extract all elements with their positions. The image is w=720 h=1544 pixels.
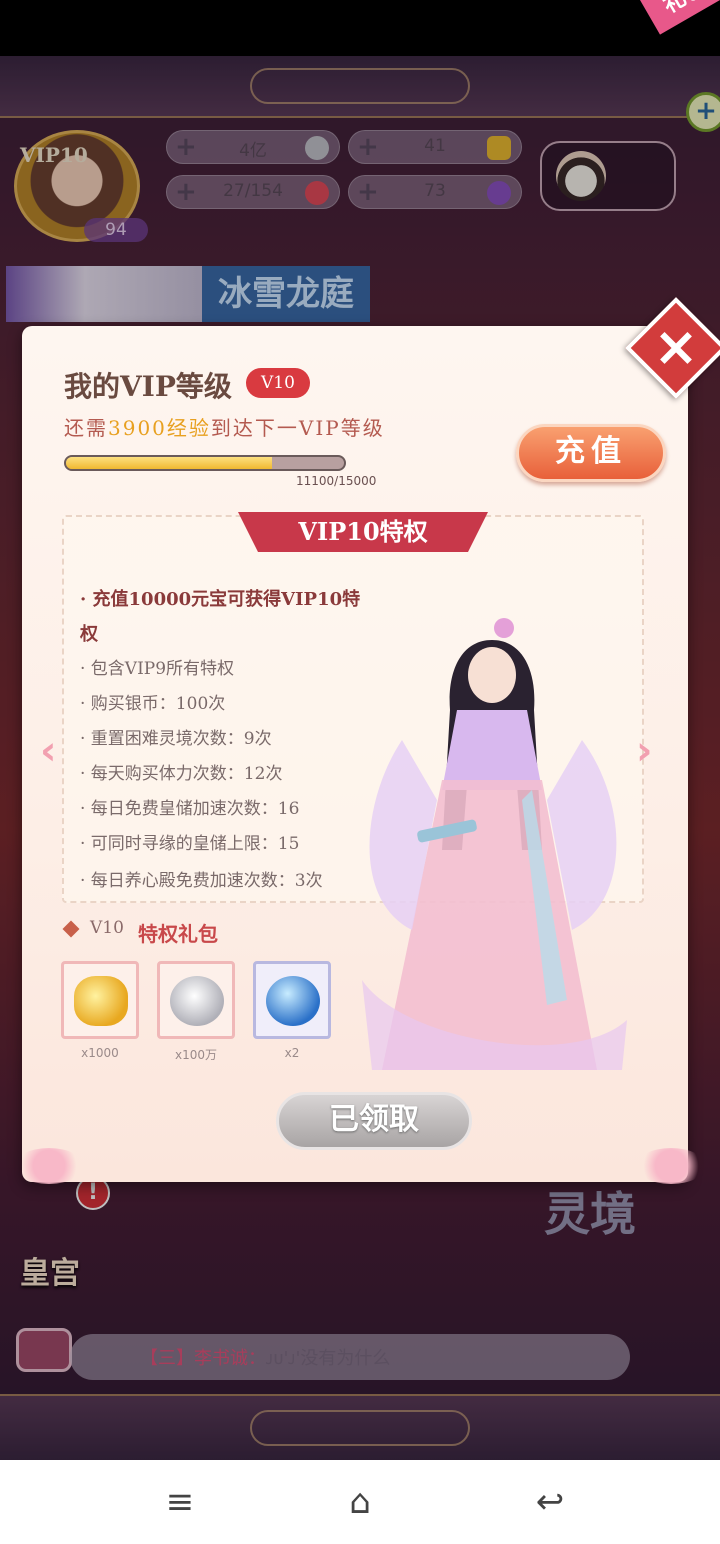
need-prefix: 还需 (64, 416, 108, 440)
prev-level-arrow-icon[interactable]: ‹ (40, 728, 74, 774)
gift-item-gem[interactable] (253, 961, 331, 1039)
perk-item: · 每天购买体力次数：12次 (80, 764, 283, 784)
perk-item: · 每日免费皇储加速次数：16 (80, 799, 300, 819)
gift-item-qty: x100万 (174, 1048, 217, 1062)
vip-level-badge: V10 (246, 368, 310, 398)
vip-progress-bar (64, 455, 346, 471)
character-illustration (362, 618, 627, 1070)
gift-item-silver[interactable] (157, 961, 235, 1039)
flower-decoration (14, 1148, 84, 1184)
gift-vip-level: V10 (90, 918, 124, 938)
flower-decoration (636, 1148, 706, 1184)
back-icon[interactable]: ↩ (520, 1480, 580, 1524)
next-level-requirement: 还需3900经验到达下一VIP等级 (64, 412, 385, 441)
menu-icon[interactable]: ≡ (150, 1480, 210, 1524)
perk-item: · 重置困难灵境次数：9次 (80, 729, 272, 749)
perks-title: VIP10特权 (238, 512, 488, 552)
perk-item: · 可同时寻缘的皇储上限：15 (80, 834, 300, 854)
gift-item-qty: x1000 (81, 1046, 119, 1060)
perk-item: · 每日养心殿免费加速次数：3次 (80, 871, 323, 891)
perk-item: · 包含VIP9所有特权 (80, 659, 235, 679)
progress-fill (66, 457, 272, 469)
gold-ingot-icon (74, 976, 128, 1026)
need-suffix: 到达下一VIP等级 (210, 416, 385, 440)
perk-list: · 充值10000元宝可获得VIP10特权 · 包含VIP9所有特权 · 购买银… (80, 582, 370, 896)
status-bar (0, 0, 720, 56)
home-icon[interactable]: ⌂ (330, 1480, 390, 1524)
system-nav-bar: ≡ ⌂ ↩ (0, 1460, 720, 1544)
perk-item: · 购买银币：100次 (80, 694, 226, 714)
progress-text: 11100/15000 (296, 474, 377, 488)
recharge-button[interactable]: 充值 (516, 424, 666, 482)
claimed-button: 已领取 (276, 1092, 472, 1150)
blue-gem-icon (266, 976, 320, 1026)
dialog-title: 我的VIP等级 (64, 370, 232, 403)
perk-item: · 充值10000元宝可获得VIP10特权 (80, 589, 361, 645)
silver-heart-coin-icon (170, 976, 224, 1026)
gift-item-qty: x2 (284, 1046, 300, 1060)
need-amount: 3900经验 (108, 416, 211, 440)
gift-item-gold[interactable] (61, 961, 139, 1039)
gift-pack-title: 特权礼包 (138, 922, 218, 946)
close-icon[interactable]: × (644, 316, 708, 380)
